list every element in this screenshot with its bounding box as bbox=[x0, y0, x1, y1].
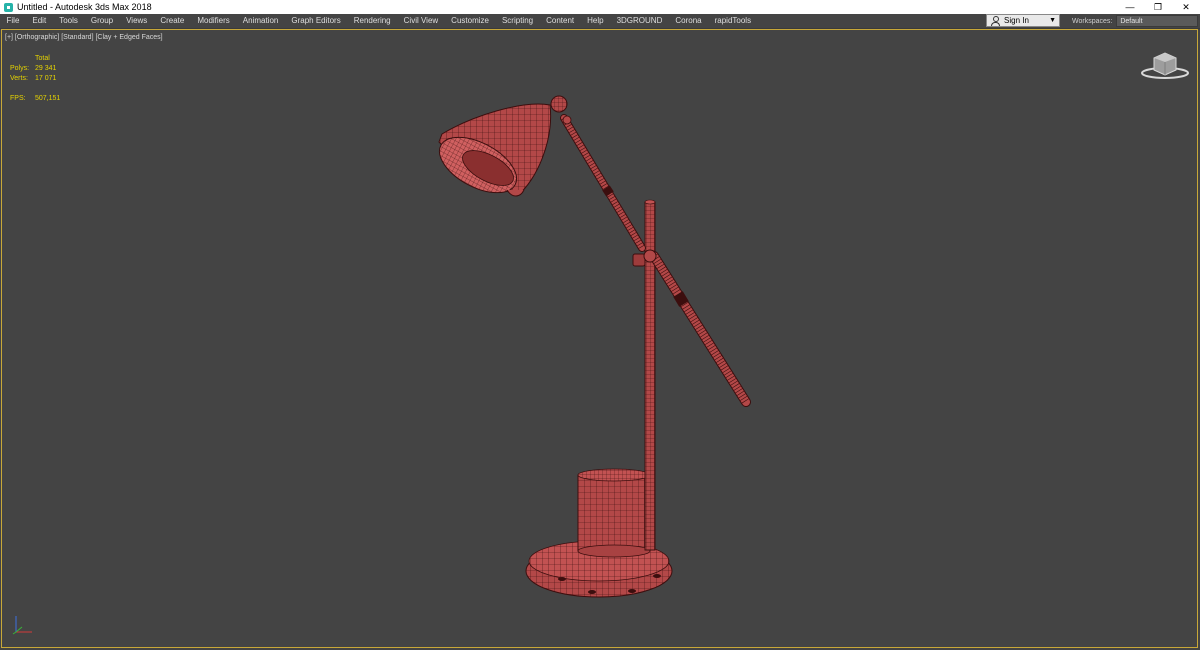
menu-rapidtools[interactable]: rapidTools bbox=[708, 14, 757, 28]
minimize-button[interactable]: — bbox=[1116, 0, 1144, 14]
workspaces-label: Workspaces: bbox=[1072, 17, 1113, 25]
menu-corona[interactable]: Corona bbox=[669, 14, 708, 28]
menu-scripting[interactable]: Scripting bbox=[495, 14, 539, 28]
3dsmax-app-icon[interactable] bbox=[4, 2, 13, 12]
menu-items: File Edit Tools Group Views Create Modif… bbox=[0, 14, 758, 28]
close-button[interactable]: ✕ bbox=[1172, 0, 1200, 14]
lamp-lower-arm bbox=[649, 251, 751, 407]
sign-in-dropdown[interactable]: Sign In ▼ bbox=[986, 14, 1060, 27]
menu-create[interactable]: Create bbox=[154, 14, 191, 28]
axis-gizmo-icon bbox=[12, 616, 32, 635]
sign-in-label: Sign In bbox=[1004, 16, 1029, 25]
menu-customize[interactable]: Customize bbox=[445, 14, 496, 28]
menu-file[interactable]: File bbox=[0, 14, 26, 28]
menu-views[interactable]: Views bbox=[120, 14, 154, 28]
menu-3dground[interactable]: 3DGROUND bbox=[610, 14, 669, 28]
workspaces-selector: Workspaces: Default bbox=[1072, 14, 1199, 28]
window-controls: — ❐ ✕ bbox=[1116, 0, 1200, 14]
desk-lamp-model[interactable] bbox=[2, 30, 1197, 647]
menu-content[interactable]: Content bbox=[540, 14, 581, 28]
restore-button[interactable]: ❐ bbox=[1144, 0, 1172, 14]
menu-tools[interactable]: Tools bbox=[53, 14, 85, 28]
lamp-shade bbox=[438, 103, 552, 197]
menu-help[interactable]: Help bbox=[581, 14, 610, 28]
menu-edit[interactable]: Edit bbox=[26, 14, 53, 28]
chevron-down-icon: ▼ bbox=[1049, 17, 1056, 24]
menu-rendering[interactable]: Rendering bbox=[347, 14, 397, 28]
menu-graph-editors[interactable]: Graph Editors bbox=[285, 14, 347, 28]
lamp-upper-arm bbox=[560, 114, 646, 252]
workspaces-select[interactable]: Default bbox=[1116, 15, 1199, 27]
menu-animation[interactable]: Animation bbox=[236, 14, 285, 28]
lamp-body-cylinder bbox=[577, 468, 651, 558]
menu-modifiers[interactable]: Modifiers bbox=[191, 14, 236, 28]
user-icon bbox=[990, 15, 1000, 26]
title-bar: Untitled - Autodesk 3ds Max 2018 — ❐ ✕ bbox=[0, 0, 1200, 14]
perspective-viewport[interactable]: [+] [Orthographic] [Standard] [Clay + Ed… bbox=[1, 29, 1198, 648]
menu-civil-view[interactable]: Civil View bbox=[397, 14, 445, 28]
window-title: Untitled - Autodesk 3ds Max 2018 bbox=[17, 2, 152, 12]
menu-group[interactable]: Group bbox=[84, 14, 119, 28]
